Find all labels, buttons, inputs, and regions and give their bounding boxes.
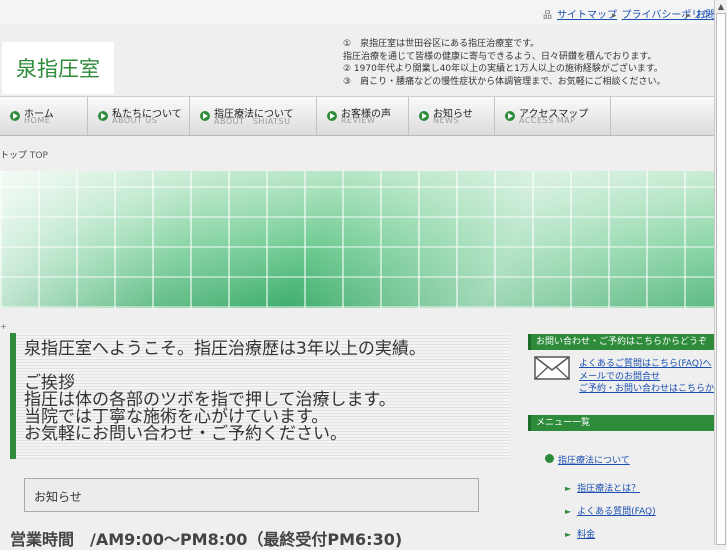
intro-line: ① 泉指圧室は世田谷区にある指圧治療室です。 bbox=[343, 39, 540, 49]
arrow-circle-icon bbox=[200, 111, 210, 121]
nav-item-access-map[interactable]: アクセスマップ ACCESS MAP bbox=[495, 97, 611, 135]
intro-text: ① 泉指圧室は世田谷区にある指圧治療室です。 指圧治療を通じて皆様の健康に寄与で… bbox=[343, 38, 666, 88]
menu-item-label: 料金 bbox=[577, 530, 596, 540]
contact-heading: お問い合わせ・ご予約はこちらからどうぞ bbox=[528, 334, 714, 350]
scroll-up-icon[interactable]: ▲ bbox=[715, 0, 727, 13]
breadcrumb-current: トップ bbox=[0, 151, 28, 161]
nav-item-review[interactable]: お客様の声 REVIEW bbox=[317, 97, 409, 135]
welcome-text: 泉指圧室へようこそ。指圧治療歴は3年以上の実績。 ご挨拶 指圧は体の各部のツボを… bbox=[24, 339, 426, 444]
triangle-right-icon: ► bbox=[565, 507, 572, 516]
nav-item-about-us[interactable]: 私たちについて ABOUT US bbox=[88, 97, 190, 135]
triangle-right-icon: ► bbox=[565, 530, 572, 539]
faq-link[interactable]: よくあるご質問はこちら(FAQ)へ bbox=[579, 356, 711, 369]
hero-banner bbox=[0, 171, 714, 308]
scroll-thumb[interactable] bbox=[716, 13, 726, 545]
nav-item-news[interactable]: お知らせ NEWS bbox=[409, 97, 495, 135]
contact-box: よくあるご質問はこちら(FAQ)へ メールでのお問合せ ご予約・お問い合わせはこ… bbox=[528, 350, 723, 400]
arrow-circle-icon bbox=[505, 111, 515, 121]
business-hours: 営業時間 /AM9:00～PM8:00（最終受付PM6:30) bbox=[10, 530, 403, 549]
arrow-icon: ▸ bbox=[612, 11, 617, 21]
utility-bar: 品サイトマップ ▸プライバシーポリシー ▸お問い合わせ bbox=[0, 0, 727, 25]
breadcrumb-top-link[interactable]: TOP bbox=[30, 151, 48, 161]
nav-sublabel: ABOUT US bbox=[112, 116, 158, 125]
welcome-block: 泉指圧室へようこそ。指圧治療歴は3年以上の実績。 ご挨拶 指圧は体の各部のツボを… bbox=[10, 333, 510, 459]
intro-line: ③ 肩こり・腰痛などの慢性症状から体調管理まで、お気軽にご相談ください。 bbox=[343, 76, 666, 87]
nav-sublabel: HOME bbox=[24, 116, 51, 125]
notice-label: お知らせ bbox=[34, 490, 82, 504]
sitemap-label: サイトマップ bbox=[557, 10, 618, 21]
arrow-icon: ▸ bbox=[686, 11, 691, 21]
arrow-circle-icon bbox=[327, 111, 337, 121]
sitemap-icon: 品 bbox=[543, 11, 553, 21]
breadcrumb: トップ TOP bbox=[0, 148, 48, 161]
site-header: 泉指圧室 ① 泉指圧室は世田谷区にある指圧治療室です。 指圧治療を通じて皆様の健… bbox=[0, 24, 714, 96]
menu-item-label: 指圧療法とは？ bbox=[577, 484, 641, 494]
triangle-right-icon: ► bbox=[565, 484, 572, 493]
plus-icon: + bbox=[0, 322, 7, 331]
intro-line: ② 1970年代より開業し40年以上の実績と1万人以上の施術経験がございます。 bbox=[343, 64, 663, 74]
intro-line: 指圧治療を通じて皆様の健康に寄与できるよう、日々研鑽を積んでおります。 bbox=[343, 51, 657, 62]
menu-category-link[interactable]: 指圧療法について bbox=[545, 453, 630, 466]
nav-sublabel: ABOUT SHIATSU bbox=[214, 117, 291, 126]
menu-item-link[interactable]: ► 指圧療法とは？ bbox=[565, 481, 640, 494]
menu-item-link[interactable]: ► よくある質問(FAQ) bbox=[565, 504, 656, 517]
nav-item-home[interactable]: ホーム HOME bbox=[0, 97, 88, 135]
menu-category-label: 指圧療法について bbox=[558, 456, 630, 466]
global-nav: ホーム HOME 私たちについて ABOUT US 指圧療法について ABOUT… bbox=[0, 96, 714, 136]
mail-icon bbox=[534, 356, 570, 380]
arrow-circle-icon bbox=[98, 111, 108, 121]
nav-sublabel: ACCESS MAP bbox=[519, 116, 576, 125]
notice-box: お知らせ bbox=[24, 478, 479, 512]
menu-item-label: よくある質問(FAQ) bbox=[577, 507, 656, 517]
vertical-scrollbar[interactable]: ▲ bbox=[714, 0, 727, 545]
nav-sublabel: REVIEW bbox=[341, 116, 376, 125]
nav-sublabel: NEWS bbox=[433, 116, 460, 125]
reservation-link[interactable]: ご予約・お問い合わせはこちらから bbox=[579, 381, 723, 394]
arrow-circle-icon bbox=[545, 454, 554, 463]
sitemap-link[interactable]: 品サイトマップ bbox=[543, 6, 617, 21]
arrow-circle-icon bbox=[10, 111, 20, 121]
site-logo[interactable]: 泉指圧室 bbox=[2, 42, 114, 94]
menu-item-link[interactable]: ► 料金 bbox=[565, 527, 595, 540]
menu-heading: メニュー一覧 bbox=[528, 415, 714, 431]
nav-item-about-shiatsu[interactable]: 指圧療法について ABOUT SHIATSU bbox=[190, 97, 317, 135]
arrow-circle-icon bbox=[419, 111, 429, 121]
